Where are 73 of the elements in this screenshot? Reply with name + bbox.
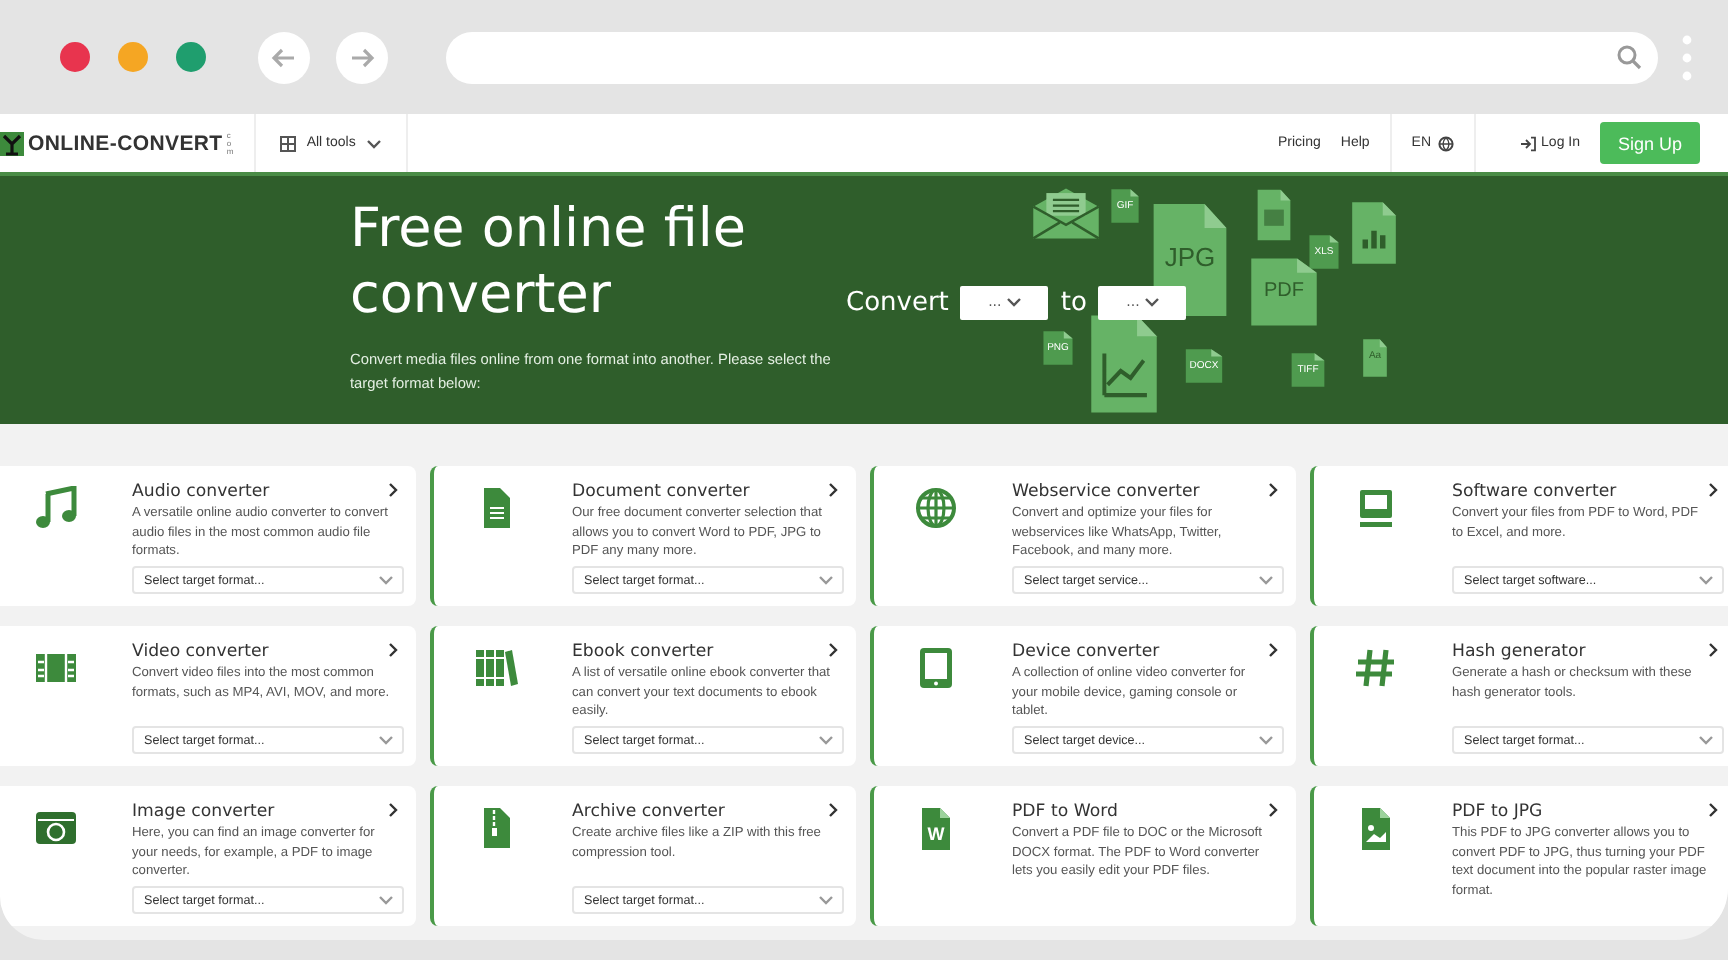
card-title: Video converter [132, 642, 269, 664]
back-arrow-icon [270, 43, 298, 71]
chevron-right-icon [1268, 642, 1280, 658]
close-window-button[interactable] [60, 42, 90, 72]
logo-text[interactable]: ONLINE-CONVERT [28, 131, 223, 155]
chart-file-icon [1350, 200, 1398, 266]
card-title: Hash generator [1452, 642, 1586, 664]
file-icon [1184, 348, 1224, 384]
icon-letter: W [925, 826, 947, 844]
chevron-down-icon [365, 137, 382, 149]
forward-button[interactable] [336, 31, 388, 83]
logo-icon [0, 131, 24, 155]
music-note-icon [34, 486, 78, 530]
chevron-right-icon [388, 802, 400, 818]
card-title: Archive converter [572, 802, 725, 824]
file-type-label: PDF [1262, 282, 1306, 302]
minimize-window-button[interactable] [118, 42, 148, 72]
chevron-down-icon [378, 894, 394, 906]
chevron-down-icon [1698, 734, 1714, 746]
chevron-down-icon [1258, 574, 1274, 586]
card-title: Audio converter [132, 482, 270, 504]
chevron-right-icon [828, 642, 840, 658]
card-title: Ebook converter [572, 642, 714, 664]
maximize-window-button[interactable] [176, 42, 206, 72]
search-icon [1616, 44, 1642, 70]
card-title: Software converter [1452, 482, 1617, 504]
menu-icon[interactable] [1682, 33, 1692, 81]
chevron-down-icon [1143, 296, 1160, 308]
camera-icon [34, 806, 78, 850]
globe-icon [1437, 135, 1454, 151]
globe-icon [914, 486, 958, 530]
file-icon [1362, 338, 1388, 378]
file-icon [1042, 330, 1074, 366]
file-icon [1290, 352, 1326, 388]
card-title: PDF to JPG [1452, 802, 1543, 824]
chart-file-icon [1088, 312, 1160, 416]
chevron-right-icon [828, 482, 840, 498]
file-icon [1110, 188, 1140, 224]
convert-label: Convert [846, 287, 949, 317]
forward-arrow-icon [348, 43, 376, 71]
chevron-right-icon [1708, 642, 1720, 658]
hash-icon [1354, 646, 1398, 690]
back-button[interactable] [258, 31, 310, 83]
hero-title: Free online file converter [350, 196, 748, 328]
file-type-label: JPG [1162, 244, 1218, 270]
grid-icon [280, 135, 297, 151]
chevron-right-icon [1268, 802, 1280, 818]
chevron-down-icon [378, 734, 394, 746]
chevron-down-icon [1005, 296, 1022, 308]
chevron-right-icon [1708, 802, 1720, 818]
chevron-right-icon [828, 802, 840, 818]
address-bar[interactable] [446, 31, 1658, 83]
tablet-icon [914, 646, 958, 690]
chevron-down-icon [818, 574, 834, 586]
chevron-down-icon [818, 894, 834, 906]
card-title: Document converter [572, 482, 750, 504]
chevron-right-icon [1268, 482, 1280, 498]
card-title: Webservice converter [1012, 482, 1200, 504]
monitor-icon [1354, 486, 1398, 530]
card-title: PDF to Word [1012, 802, 1118, 824]
card-title: Image converter [132, 802, 275, 824]
books-icon [474, 646, 518, 690]
card-title: Device converter [1012, 642, 1160, 664]
login-icon [1519, 135, 1536, 151]
chevron-right-icon [388, 482, 400, 498]
chevron-down-icon [1258, 734, 1274, 746]
chevron-right-icon [388, 642, 400, 658]
chevron-down-icon [378, 574, 394, 586]
chevron-down-icon [818, 734, 834, 746]
file-icon [1256, 188, 1292, 242]
chevron-right-icon [1708, 482, 1720, 498]
to-label: to [1060, 287, 1087, 317]
chevron-down-icon [1698, 574, 1714, 586]
